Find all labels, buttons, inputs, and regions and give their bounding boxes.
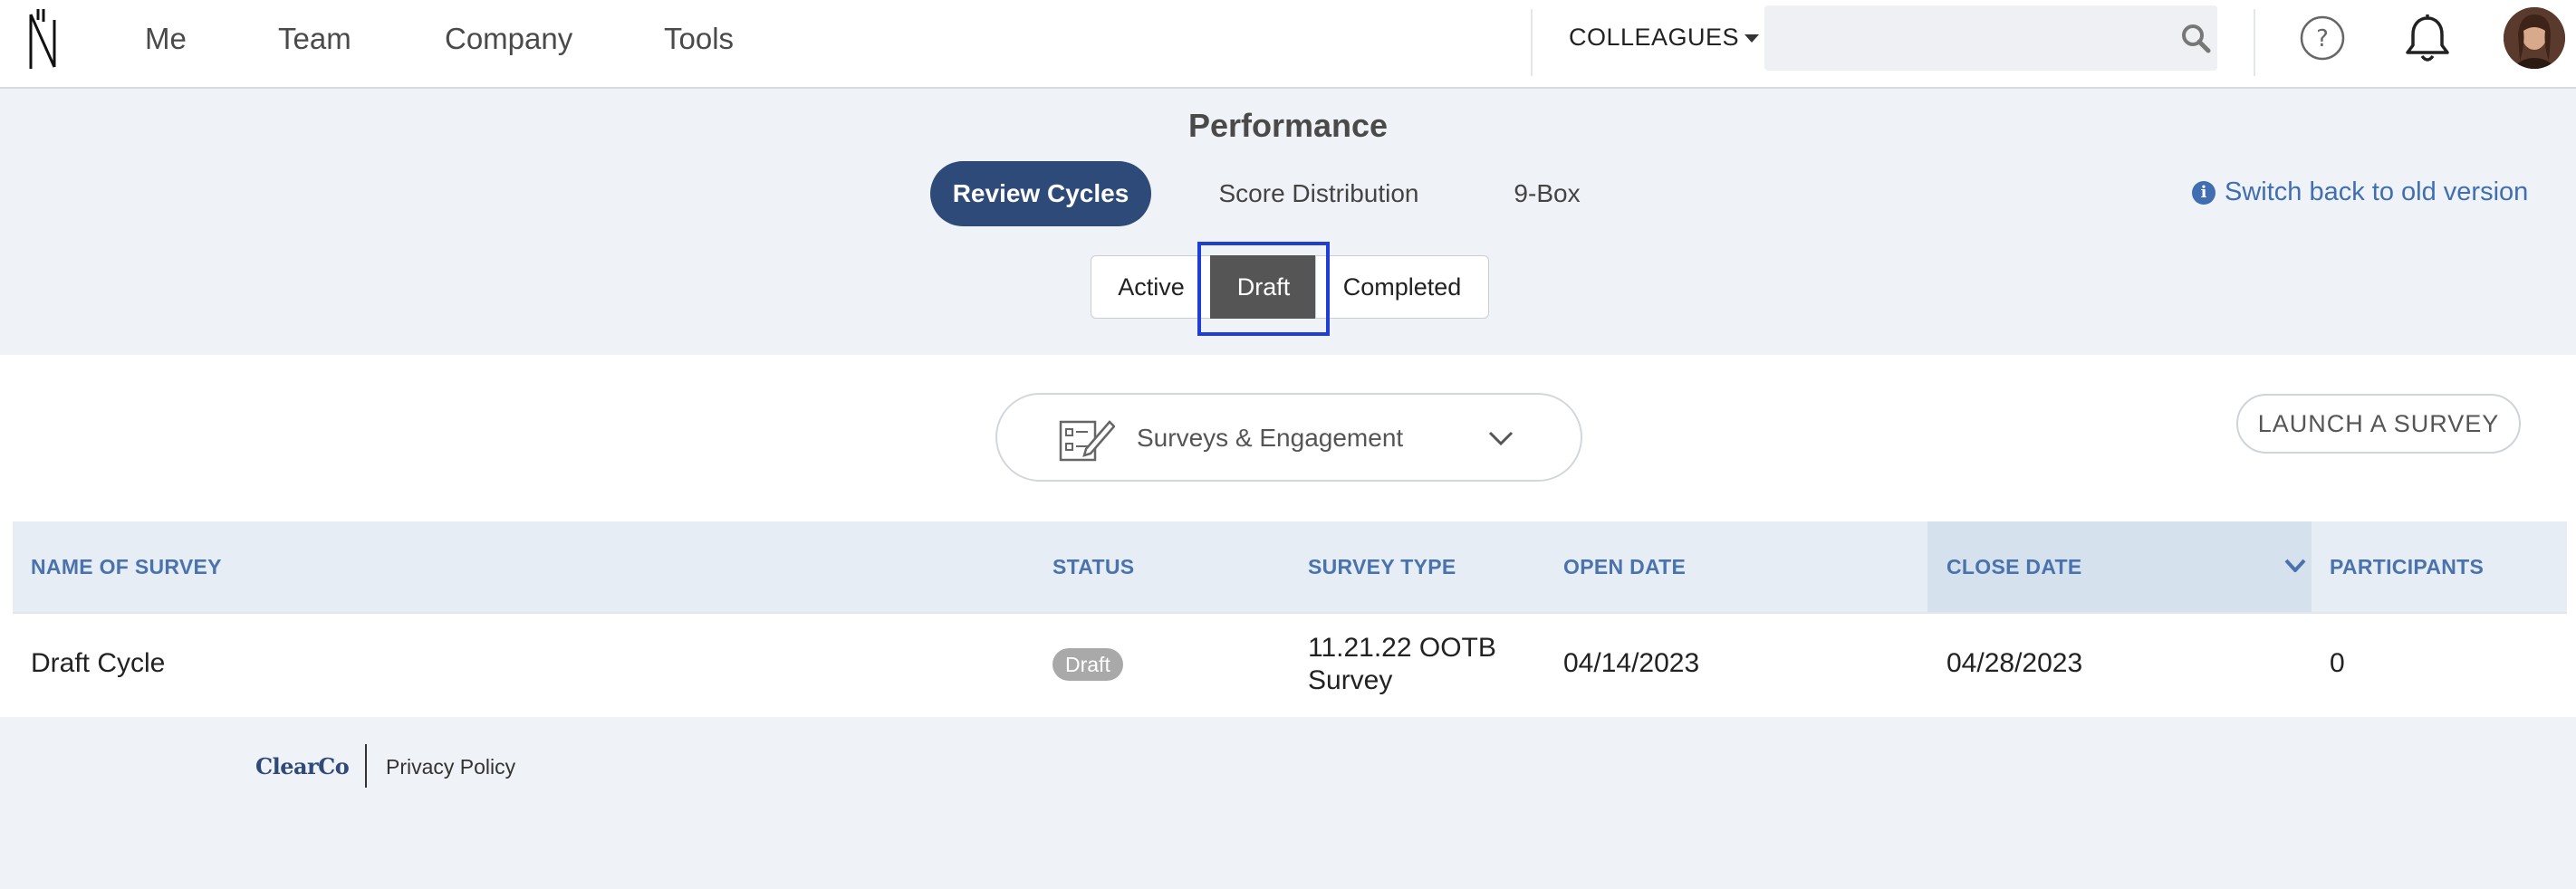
cell-participants: 0 xyxy=(2330,648,2345,678)
sort-descending-icon[interactable] xyxy=(2284,558,2306,574)
tab-score-distribution[interactable]: Score Distribution xyxy=(1197,161,1440,226)
cell-survey-name[interactable]: Draft Cycle xyxy=(31,648,165,679)
switch-old-version-label: Switch back to old version xyxy=(2225,177,2529,206)
user-avatar[interactable] xyxy=(2504,7,2565,69)
colleagues-dropdown[interactable]: COLLEAGUES xyxy=(1569,24,1760,52)
footer-divider xyxy=(365,744,367,788)
filter-active[interactable]: Active xyxy=(1091,255,1212,319)
nav-divider xyxy=(2254,9,2255,76)
survey-checklist-icon xyxy=(1059,420,1115,462)
caret-down-icon xyxy=(1745,34,1760,43)
help-icon[interactable]: ? xyxy=(2299,14,2346,62)
page-title: Performance xyxy=(1187,107,1389,144)
column-header-open-date[interactable]: OPEN DATE xyxy=(1563,521,1686,612)
filter-draft[interactable]: Draft xyxy=(1210,255,1317,319)
avatar-portrait-icon xyxy=(2504,7,2565,69)
cell-open-date: 04/14/2023 xyxy=(1563,648,1700,678)
status-badge: Draft xyxy=(1053,648,1123,681)
cell-close-date: 04/28/2023 xyxy=(1946,648,2083,678)
tab-9-box[interactable]: 9-Box xyxy=(1495,161,1600,226)
search-input[interactable] xyxy=(1764,5,2217,71)
filter-completed[interactable]: Completed xyxy=(1315,255,1489,319)
column-header-survey-type[interactable]: SURVEY TYPE xyxy=(1308,521,1456,612)
header-row-divider xyxy=(13,612,2567,614)
notification-bell-icon[interactable] xyxy=(2402,13,2453,65)
info-icon: i xyxy=(2192,180,2216,205)
privacy-policy-link[interactable]: Privacy Policy xyxy=(386,755,515,779)
svg-text:?: ? xyxy=(2316,25,2329,53)
chevron-down-icon xyxy=(1488,431,1514,446)
clearco-logo: ClearCo xyxy=(255,753,350,779)
survey-category-label: Surveys & Engagement xyxy=(1137,424,1404,452)
nav-item-company[interactable]: Company xyxy=(445,22,572,56)
tab-review-cycles[interactable]: Review Cycles xyxy=(930,161,1151,226)
top-navigation-bar: Me Team Company Tools COLLEAGUES ? xyxy=(0,0,2576,89)
launch-survey-button[interactable]: LAUNCH A SURVEY xyxy=(2236,394,2521,454)
column-header-status[interactable]: STATUS xyxy=(1053,521,1134,612)
column-header-participants[interactable]: PARTICIPANTS xyxy=(2330,521,2484,612)
column-header-name[interactable]: NAME OF SURVEY xyxy=(31,521,222,612)
cell-survey-type: 11.21.22 OOTB Survey xyxy=(1308,633,1496,695)
column-header-close-date[interactable]: CLOSE DATE xyxy=(1946,521,2082,612)
nav-item-me[interactable]: Me xyxy=(145,22,187,56)
colleagues-label: COLLEAGUES xyxy=(1569,24,1740,51)
nav-item-team[interactable]: Team xyxy=(278,22,351,56)
brand-logo-icon[interactable] xyxy=(25,7,62,72)
nav-item-tools[interactable]: Tools xyxy=(664,22,734,56)
switch-old-version-link[interactable]: i Switch back to old version xyxy=(2192,177,2528,207)
nav-divider xyxy=(1531,9,1533,76)
survey-category-select[interactable]: Surveys & Engagement xyxy=(995,393,1582,482)
search-icon[interactable] xyxy=(2179,22,2212,54)
